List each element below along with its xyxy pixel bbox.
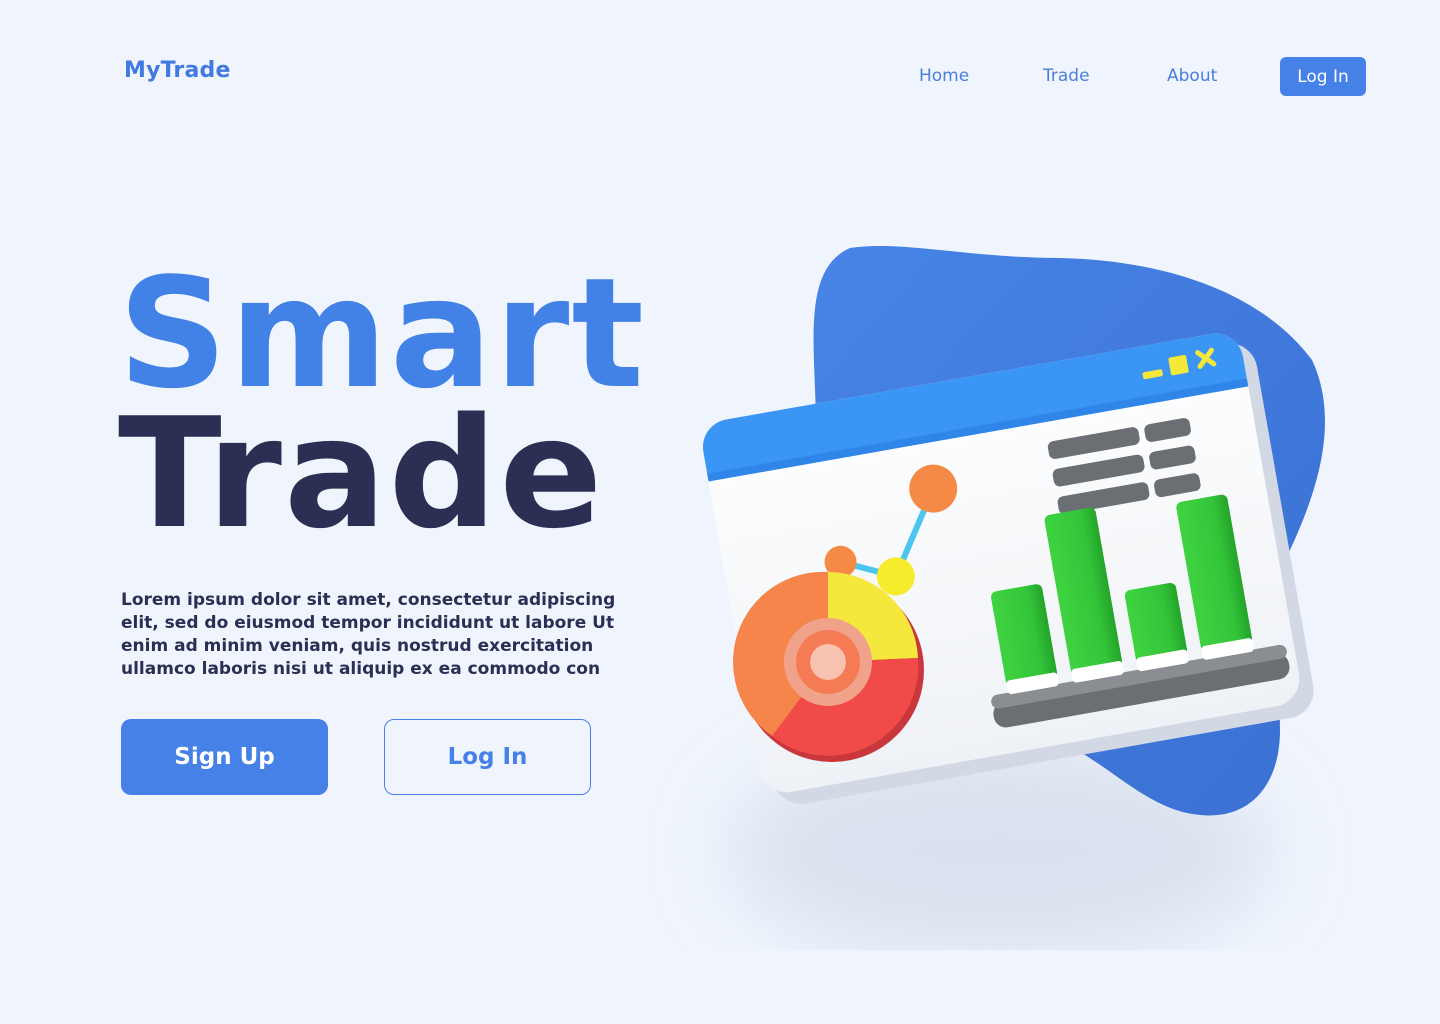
maximize-icon <box>1168 355 1189 376</box>
nav-trade-link[interactable]: Trade <box>1043 66 1090 86</box>
hero-login-button[interactable]: Log In <box>384 719 591 795</box>
nav-home-link[interactable]: Home <box>919 66 969 86</box>
hero-title-trade: Trade <box>118 385 605 562</box>
nav-about-link[interactable]: About <box>1167 66 1217 86</box>
signup-button[interactable]: Sign Up <box>121 719 328 795</box>
dashboard-illustration <box>702 245 1325 950</box>
hero-description: Lorem ipsum dolor sit amet, consectetur … <box>121 590 616 679</box>
top-nav: Home Trade About Log In <box>0 57 1440 96</box>
nav-login-button[interactable]: Log In <box>1280 57 1366 96</box>
